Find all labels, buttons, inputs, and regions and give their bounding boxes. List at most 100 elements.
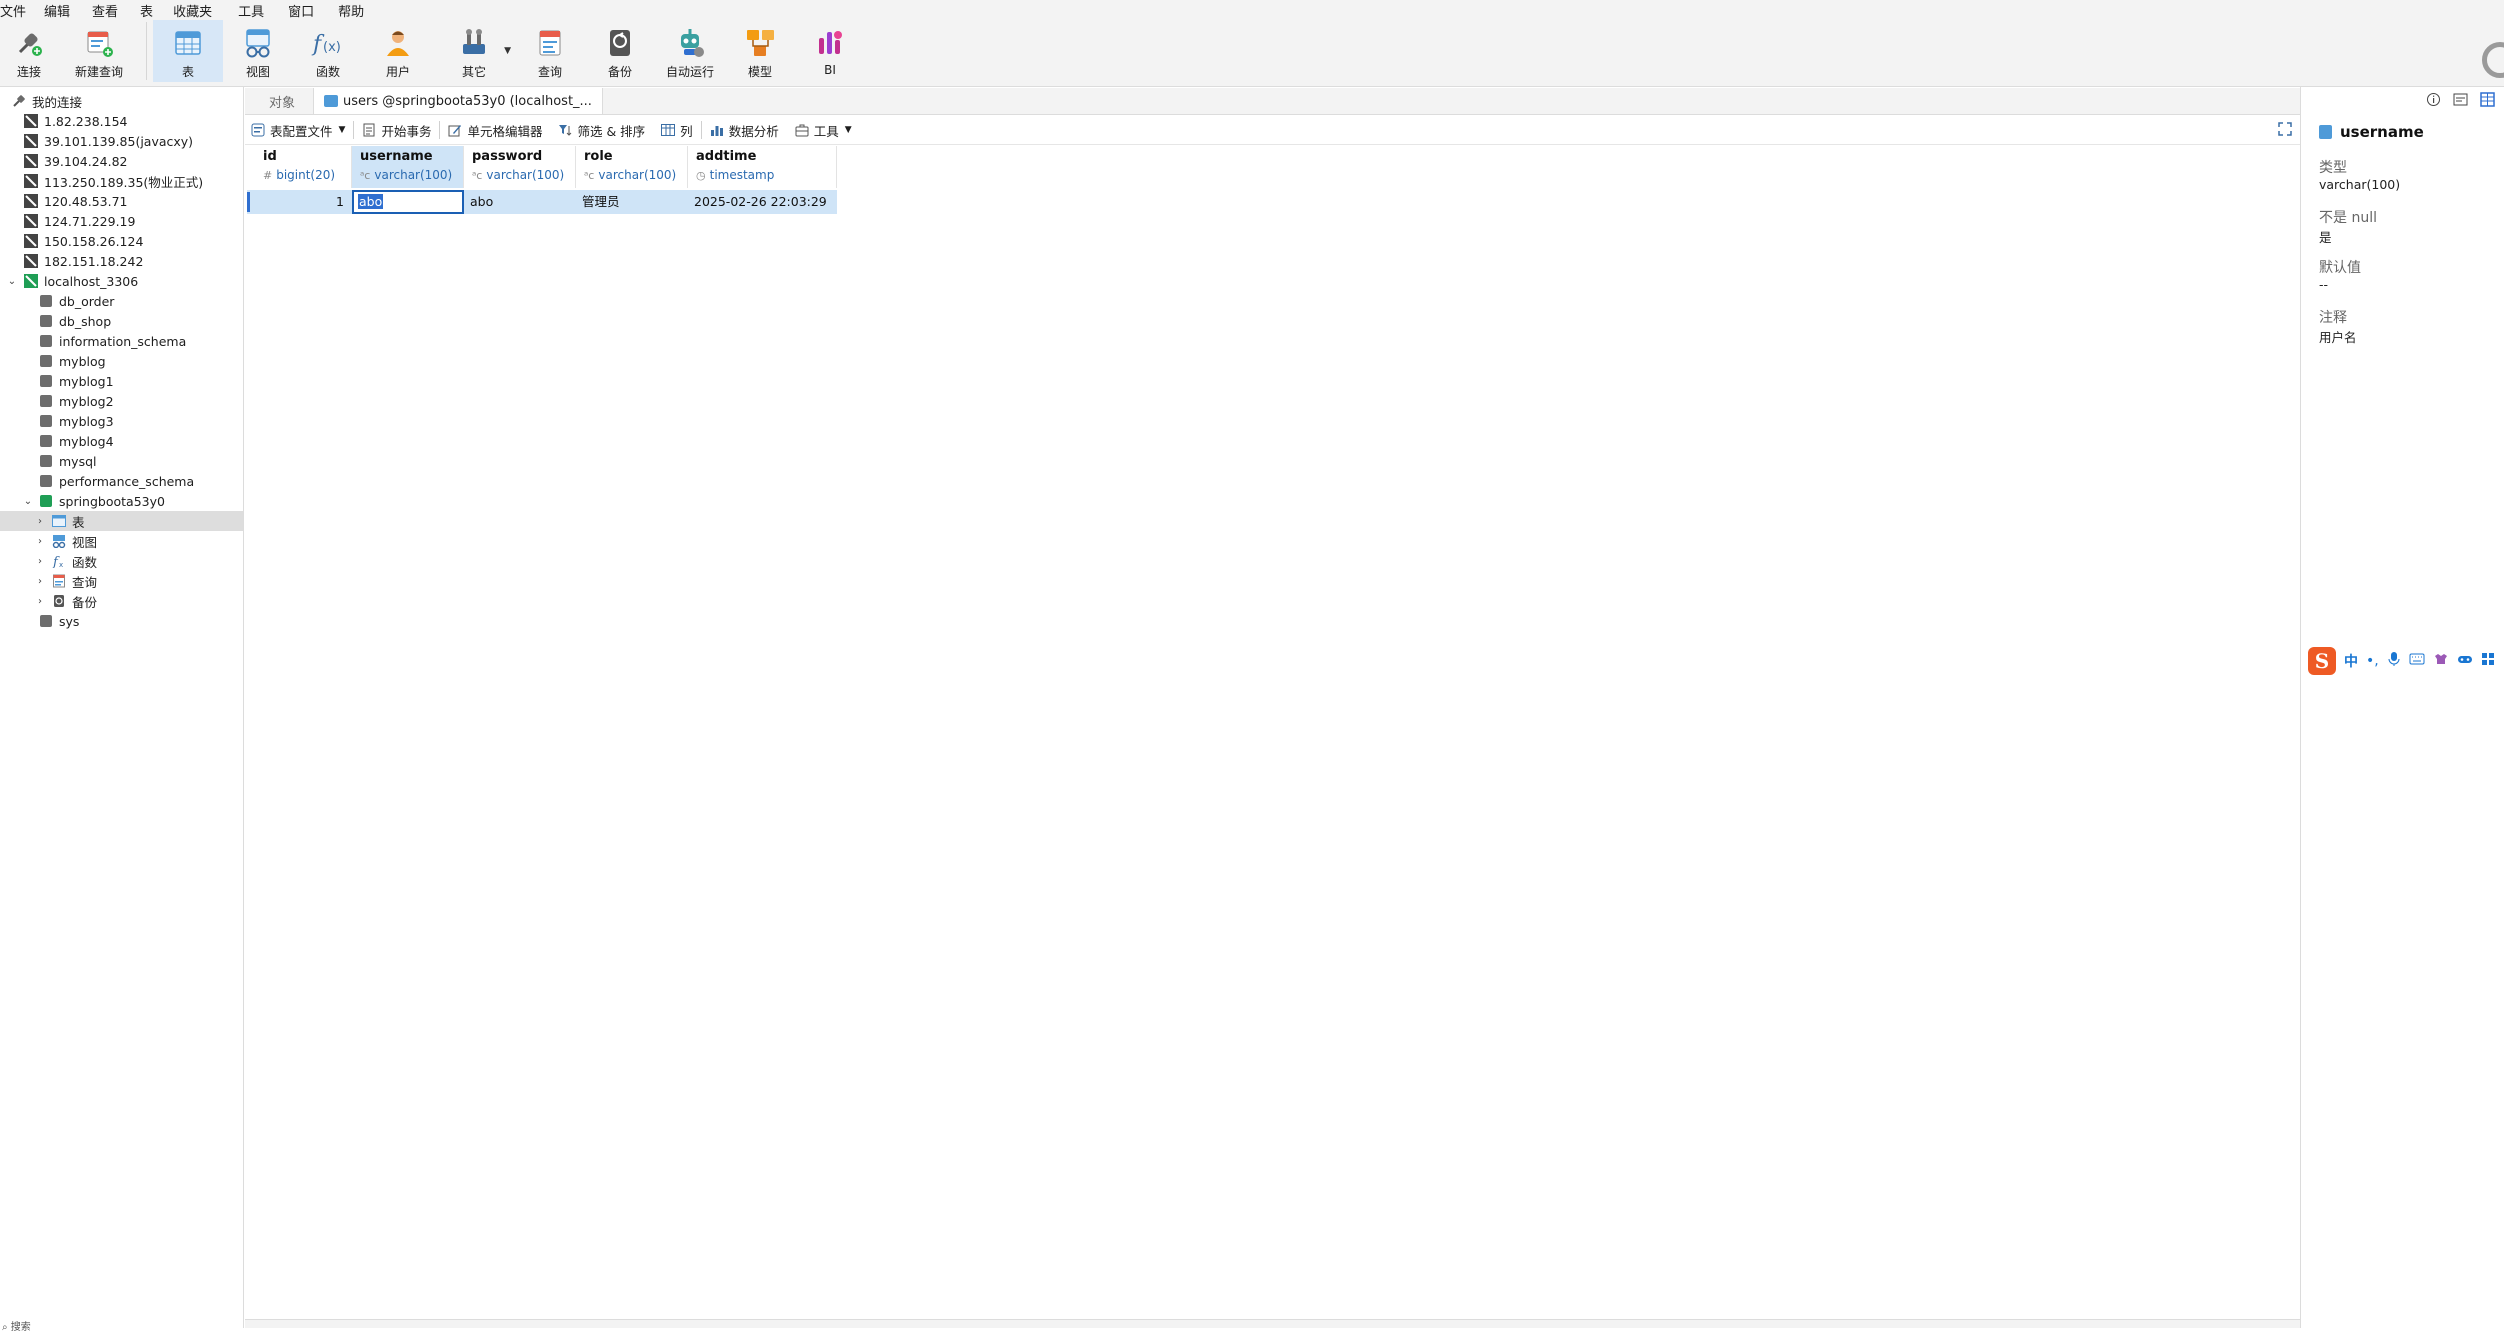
tree-database[interactable]: db_shop — [0, 311, 243, 331]
chevron-down-icon[interactable]: ▼ — [504, 46, 511, 56]
automation-button[interactable]: 自动运行 — [655, 20, 725, 82]
menu-edit[interactable]: 编辑 — [44, 1, 92, 20]
tree-node-queries[interactable]: › 查询 — [0, 571, 243, 591]
tree-database[interactable]: myblog2 — [0, 391, 243, 411]
cell-editor-button[interactable]: 单元格编辑器 — [448, 121, 542, 140]
tree-server[interactable]: 1.82.238.154 — [0, 111, 243, 131]
begin-transaction-button[interactable]: 开始事务 — [362, 121, 431, 140]
tree-server[interactable]: 39.101.139.85(javacxy) — [0, 131, 243, 151]
tree-database[interactable]: sys — [0, 611, 243, 631]
database-icon — [40, 455, 52, 467]
menu-table[interactable]: 表 — [140, 1, 173, 20]
user-button[interactable]: 用户 — [363, 20, 433, 82]
backup-button[interactable]: 备份 — [585, 20, 655, 82]
chevron-right-icon[interactable]: › — [34, 556, 46, 567]
tree-server-localhost[interactable]: ⌄ localhost_3306 — [0, 271, 243, 291]
chevron-down-icon[interactable]: ⌄ — [22, 496, 34, 507]
server-icon — [24, 214, 38, 228]
ime-mode-toggle[interactable]: 中 — [2344, 651, 2358, 671]
skin-icon[interactable] — [2433, 652, 2449, 670]
panel-layout-icon[interactable] — [2480, 92, 2495, 107]
cell-id[interactable]: 1 — [247, 190, 352, 214]
apps-grid-icon[interactable] — [2481, 652, 2495, 670]
table-profile-button[interactable]: 表配置文件 ▼ — [251, 121, 345, 140]
tree-database[interactable]: information_schema — [0, 331, 243, 351]
function-button[interactable]: f (x) 函数 — [293, 20, 363, 82]
menu-window[interactable]: 窗口 — [288, 1, 338, 20]
info-icon[interactable] — [2426, 92, 2441, 107]
svg-text:x: x — [59, 561, 63, 568]
tree-database[interactable]: myblog3 — [0, 411, 243, 431]
menu-view[interactable]: 查看 — [92, 1, 140, 20]
menu-file[interactable]: 文件 — [0, 1, 44, 20]
tree-server[interactable]: 182.151.18.242 — [0, 251, 243, 271]
fullscreen-icon[interactable] — [2278, 122, 2292, 136]
plug-icon — [12, 26, 46, 60]
chevron-right-icon[interactable]: › — [34, 576, 46, 587]
tree-node-functions[interactable]: › fx 函数 — [0, 551, 243, 571]
tab-objects[interactable]: 对象 — [245, 88, 313, 114]
keyboard-icon[interactable] — [2409, 652, 2425, 670]
ddl-icon[interactable] — [2453, 92, 2468, 107]
cell-addtime[interactable]: 2025-02-26 22:03:29 — [688, 190, 837, 214]
tree-root-my-connections[interactable]: 我的连接 — [0, 91, 243, 111]
chevron-right-icon[interactable]: › — [34, 596, 46, 607]
connections-icon — [12, 94, 26, 108]
account-avatar-icon[interactable] — [2482, 42, 2504, 78]
table-icon — [52, 514, 66, 528]
table-row[interactable]: 1 abo abo 管理员 2025-02-26 22:03:29 — [247, 190, 837, 214]
tree-database-open[interactable]: ⌄ springboota53y0 — [0, 491, 243, 511]
database-icon — [40, 315, 52, 327]
chevron-right-icon[interactable]: › — [34, 536, 46, 547]
columns-button[interactable]: 列 — [661, 121, 693, 140]
tree-database[interactable]: mysql — [0, 451, 243, 471]
microphone-icon[interactable] — [2387, 651, 2401, 671]
table-button[interactable]: 表 — [153, 20, 223, 82]
menu-help[interactable]: 帮助 — [338, 1, 378, 20]
tree-database[interactable]: performance_schema — [0, 471, 243, 491]
toolbox-icon — [795, 123, 809, 137]
column-header-id[interactable]: id # bigint(20) — [247, 146, 352, 188]
new-query-button[interactable]: 新建查询 — [58, 20, 140, 82]
ime-logo-icon[interactable]: S — [2308, 647, 2336, 675]
tree-server[interactable]: 150.158.26.124 — [0, 231, 243, 251]
tree-database[interactable]: db_order — [0, 291, 243, 311]
tree-server[interactable]: 113.250.189.35(物业正式) — [0, 171, 243, 191]
tree-database[interactable]: myblog4 — [0, 431, 243, 451]
column-header-addtime[interactable]: addtime ◷ timestamp — [688, 146, 837, 188]
cell-role[interactable]: 管理员 — [576, 190, 688, 214]
data-analysis-button[interactable]: 数据分析 — [710, 121, 779, 140]
tree-node-views[interactable]: › 视图 — [0, 531, 243, 551]
tree-node-backups[interactable]: › 备份 — [0, 591, 243, 611]
tree-database[interactable]: myblog — [0, 351, 243, 371]
model-button[interactable]: 模型 — [725, 20, 795, 82]
tree-server[interactable]: 124.71.229.19 — [0, 211, 243, 231]
bi-button[interactable]: BI — [795, 20, 865, 82]
ime-toolbar: S 中 •, — [2308, 645, 2495, 677]
cell-username-editing[interactable]: abo — [352, 190, 464, 214]
view-button[interactable]: 视图 — [223, 20, 293, 82]
other-button[interactable]: 其它 ▼ — [433, 20, 515, 82]
connect-button[interactable]: 连接 — [0, 20, 58, 82]
ime-punct-toggle[interactable]: •, — [2366, 653, 2379, 669]
chevron-down-icon[interactable]: ⌄ — [6, 276, 18, 287]
cell-password[interactable]: abo — [464, 190, 576, 214]
column-header-role[interactable]: role ᵃᴄ varchar(100) — [576, 146, 688, 188]
sidebar-search-bar[interactable]: ⌕ 搜索 — [0, 1318, 243, 1333]
menu-tools[interactable]: 工具 — [238, 1, 288, 20]
filter-sort-button[interactable]: 筛选 & 排序 — [558, 121, 645, 140]
menu-favorites[interactable]: 收藏夹 — [173, 1, 238, 20]
tab-users-table[interactable]: users @springboota53y0 (localhost_... — [313, 88, 603, 114]
query-button[interactable]: 查询 — [515, 20, 585, 82]
server-icon — [24, 114, 38, 128]
database-icon — [40, 295, 52, 307]
chevron-right-icon[interactable]: › — [34, 516, 46, 527]
tree-server[interactable]: 120.48.53.71 — [0, 191, 243, 211]
tree-server[interactable]: 39.104.24.82 — [0, 151, 243, 171]
tools-dropdown-button[interactable]: 工具 ▼ — [795, 121, 852, 140]
column-header-password[interactable]: password ᵃᴄ varchar(100) — [464, 146, 576, 188]
game-controller-icon[interactable] — [2457, 652, 2473, 670]
column-header-username[interactable]: username ᵃᴄ varchar(100) — [352, 146, 464, 188]
tree-database[interactable]: myblog1 — [0, 371, 243, 391]
tree-node-tables[interactable]: › 表 — [0, 511, 243, 531]
